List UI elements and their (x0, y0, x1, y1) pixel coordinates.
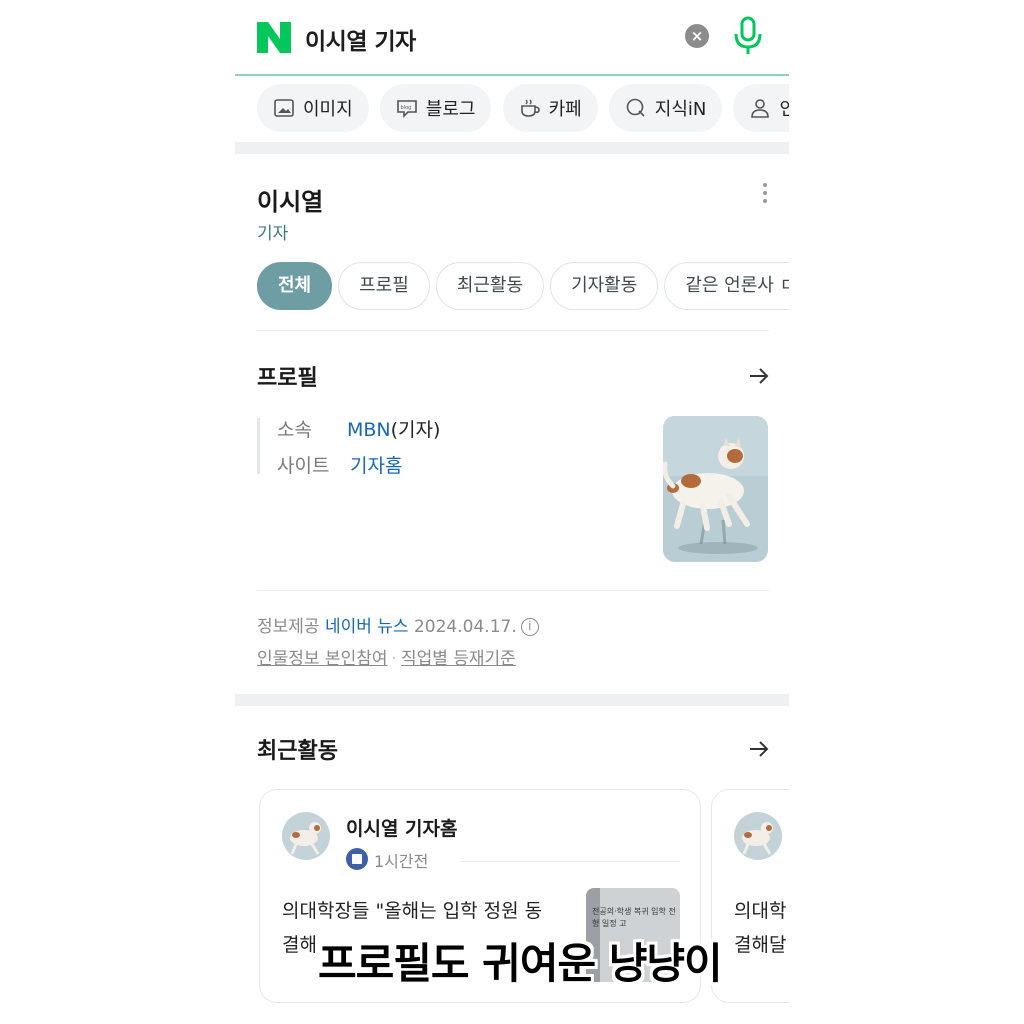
registration-criteria-link[interactable]: 직업별 등재기준 (401, 649, 516, 669)
profile-affiliation-row: 소속 MBN(기자) (277, 415, 440, 442)
section-separator (235, 694, 789, 706)
profile-site-row: 사이트 기자홈 (277, 451, 402, 478)
naver-logo[interactable] (257, 22, 291, 53)
card-headline[interactable]: 의대학 결해달 (734, 894, 786, 962)
headline-line: 의대학 (734, 900, 787, 922)
category-people[interactable]: 인 (733, 84, 789, 132)
close-icon[interactable]: × (685, 24, 709, 48)
category-blog[interactable]: blog 블로그 (379, 84, 492, 132)
category-label: 블로그 (425, 99, 476, 120)
category-label: 지식iN (654, 99, 707, 120)
mobile-page: 이시열 기자 × 이미지 blog 블로그 카페 지식iN 인 이시열 기자 전… (235, 0, 789, 1024)
card-author[interactable]: 이시열 기자홈 (346, 814, 458, 841)
site-label: 사이트 (277, 455, 330, 477)
search-bar: 이시열 기자 × (235, 0, 789, 76)
arrow-right-icon[interactable] (747, 364, 771, 388)
search-input[interactable]: 이시열 기자 (305, 22, 416, 56)
image-icon (274, 99, 294, 117)
source-date: 2024.04.17. (413, 617, 517, 637)
category-cafe[interactable]: 카페 (502, 84, 598, 132)
section-separator (235, 142, 789, 154)
separator-dot: · (391, 649, 397, 669)
recent-activity-title: 최근활동 (257, 739, 338, 764)
tab-profile[interactable]: 프로필 (338, 262, 430, 310)
source-provider-link[interactable]: 네이버 뉴스 (325, 617, 409, 637)
profile-links: 인물정보 본인참여 · 직업별 등재기준 (257, 644, 516, 669)
person-name: 이시열 (257, 188, 324, 216)
microphone-icon[interactable] (733, 16, 763, 56)
profile-accent-bar (257, 418, 260, 474)
blog-icon: blog (396, 100, 417, 118)
category-label: 카페 (548, 99, 582, 120)
headline-line: 결해달 (734, 934, 787, 956)
arrow-right-icon[interactable] (747, 737, 771, 761)
info-icon[interactable]: i (520, 618, 539, 636)
source-prefix: 정보제공 (257, 617, 320, 637)
category-image[interactable]: 이미지 (257, 84, 369, 132)
tab-reporter-activity[interactable]: 기자활동 (550, 262, 659, 310)
search-category-list: 이미지 blog 블로그 카페 지식iN 인 (257, 84, 789, 134)
news-icon (346, 848, 368, 870)
site-link[interactable]: 기자홈 (350, 455, 402, 477)
divider (257, 330, 769, 331)
affiliation-suffix: (기자) (390, 419, 441, 441)
person-tab-bar: 전체 프로필 최근활동 기자활동 같은 언론사 ㄷ (257, 262, 789, 310)
category-label: 이미지 (303, 99, 353, 120)
affiliation-link[interactable]: MBN (347, 419, 391, 441)
thumbnail-text: 전공의·학생 복귀 입학 전형 일정 고 (592, 907, 676, 928)
activity-card[interactable]: 의대학 결해달 (711, 789, 789, 1003)
card-time: 1시간전 (374, 852, 429, 871)
person-icon (751, 99, 770, 118)
avatar (734, 812, 782, 860)
cafe-cup-icon (520, 99, 540, 117)
category-knowledge[interactable]: 지식iN (608, 84, 723, 132)
self-participation-link[interactable]: 인물정보 본인참여 (257, 649, 388, 669)
affiliation-label: 소속 (277, 419, 312, 441)
profile-section-title: 프로필 (257, 366, 318, 391)
headline-line: 의대학장들 "올해는 입학 정원 동 (282, 900, 543, 922)
divider (257, 590, 769, 591)
more-options-icon[interactable] (761, 183, 769, 207)
knowledge-icon (626, 98, 645, 117)
category-label: 인 (779, 99, 789, 120)
svg-text:blog: blog (400, 105, 411, 111)
profile-photo[interactable] (663, 416, 768, 562)
tab-same-press[interactable]: 같은 언론사 ㄷ (664, 262, 789, 310)
tab-all[interactable]: 전체 (257, 262, 333, 310)
divider (460, 861, 680, 862)
overlay-caption: 프로필도 귀여운 냥냥이 (318, 939, 723, 988)
avatar (282, 812, 330, 860)
person-role: 기자 (257, 224, 289, 244)
info-source: 정보제공 네이버 뉴스 2024.04.17. i (257, 612, 539, 637)
tab-recent-activity[interactable]: 최근활동 (435, 262, 545, 310)
